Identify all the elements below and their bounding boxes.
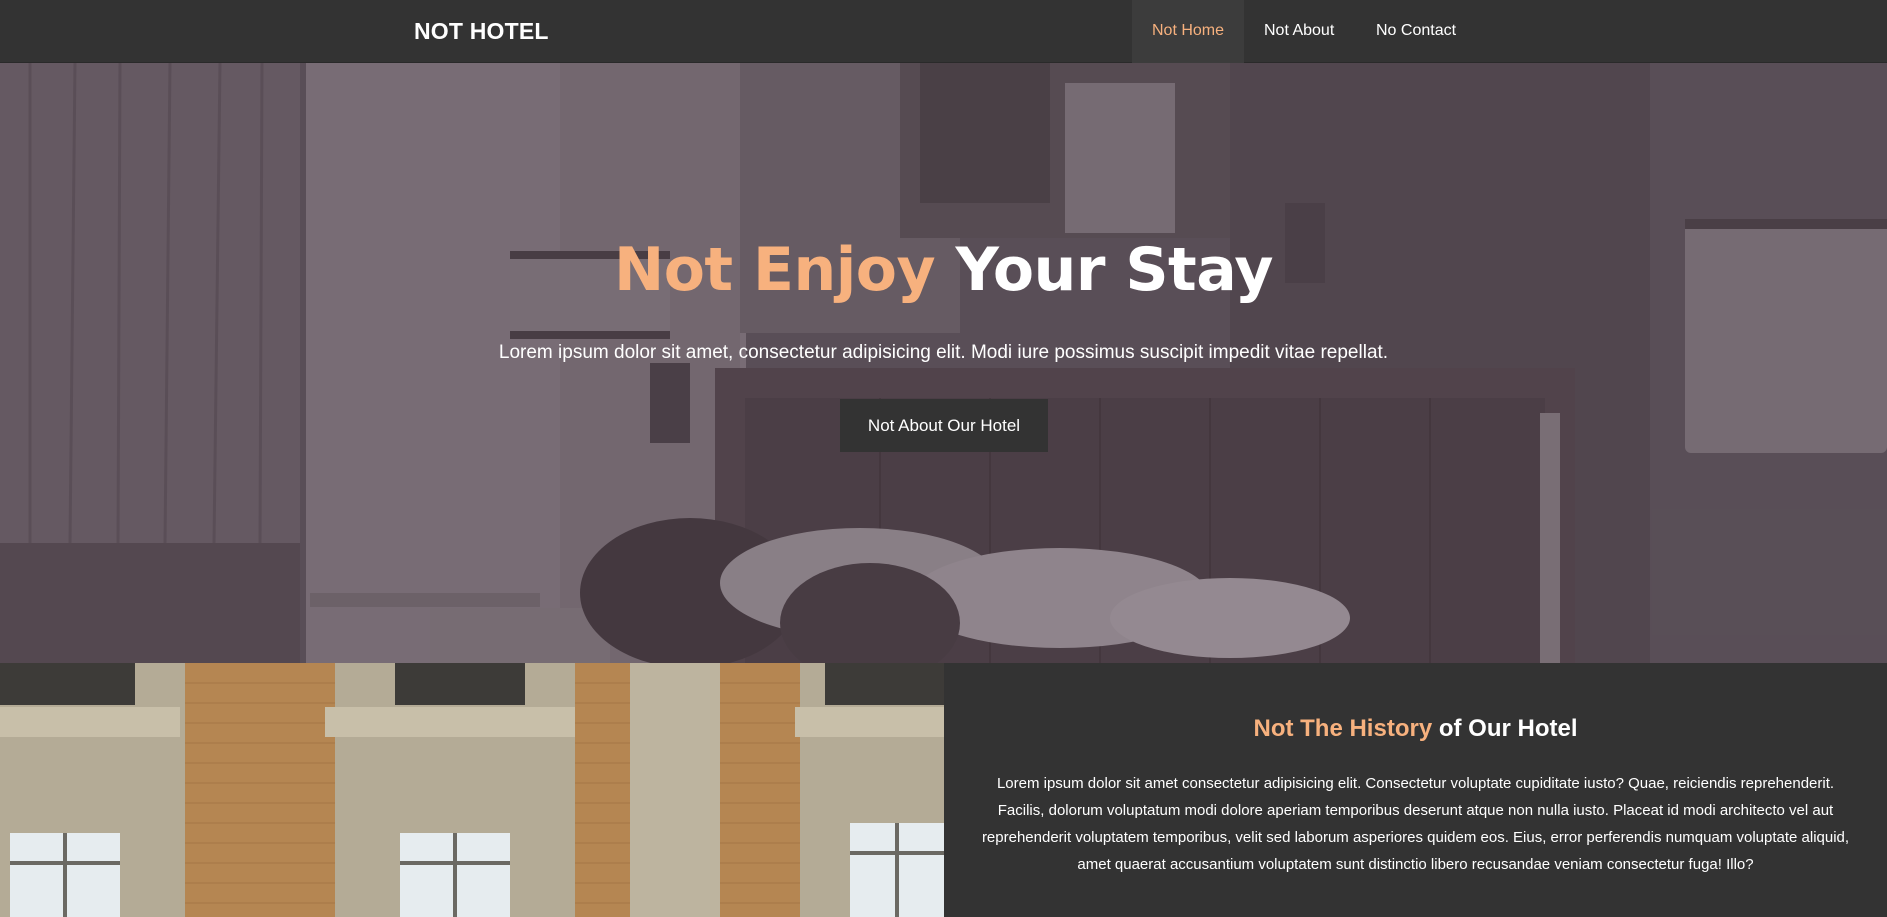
hero-subtitle: Lorem ipsum dolor sit amet, consectetur … <box>498 342 1389 363</box>
hero-title: Not Enjoy Your Stay <box>0 235 1887 305</box>
history-paragraph: Lorem ipsum dolor sit amet consectetur a… <box>981 775 1850 873</box>
nav-item-not-home[interactable]: Not Home <box>1132 0 1245 63</box>
history-title: Not The History of Our Hotel <box>944 715 1887 743</box>
hero-section: Not Enjoy Your Stay Lorem ipsum dolor si… <box>0 63 1887 663</box>
nav-item-no-contact[interactable]: No Contact <box>1356 0 1476 63</box>
history-section: Not The History of Our Hotel Lorem ipsum… <box>944 663 1887 917</box>
history-title-accent: Not The History <box>1253 715 1433 742</box>
history-title-rest: of Our Hotel <box>1438 715 1578 742</box>
about-hotel-button[interactable]: Not About Our Hotel <box>840 399 1048 452</box>
hero-title-accent: Not Enjoy <box>613 235 936 305</box>
nav-item-not-about[interactable]: Not About <box>1244 0 1354 63</box>
navbar: NOT HOTEL Not Home Not About No Contact <box>0 0 1887 63</box>
hotel-building-image <box>0 663 944 917</box>
hero-title-rest: Your Stay <box>955 235 1273 305</box>
brand-logo[interactable]: NOT HOTEL <box>414 18 549 45</box>
